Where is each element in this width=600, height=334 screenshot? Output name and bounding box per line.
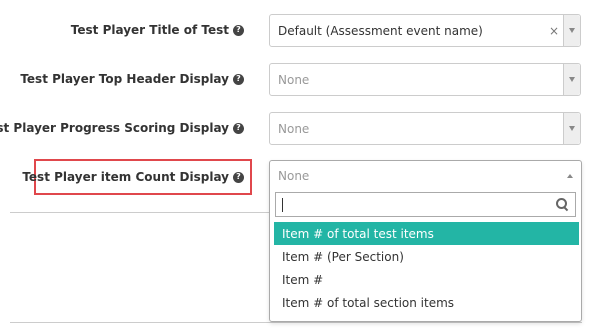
select-value: None xyxy=(278,72,310,87)
select-value: Default (Assessment event name) xyxy=(278,23,483,38)
search-icon xyxy=(556,198,569,212)
field-label-progress-scoring-display: Test Player Progress Scoring Display ? xyxy=(0,121,244,135)
settings-form: Test Player Title of Test ? Default (Ass… xyxy=(0,0,600,334)
dropdown-option[interactable]: Item # of total test items xyxy=(274,222,579,245)
dropdown-option[interactable]: Item # (Per Section) xyxy=(274,245,579,268)
select-head[interactable]: None xyxy=(270,161,581,191)
divider xyxy=(10,212,269,213)
progress-scoring-display-select[interactable]: None xyxy=(269,112,581,145)
help-icon[interactable]: ? xyxy=(233,171,244,183)
dropdown-option[interactable]: Item # xyxy=(274,268,579,291)
chevron-down-icon xyxy=(569,28,575,33)
field-label-item-count-display: Test Player item Count Display ? xyxy=(22,170,244,184)
dropdown-toggle[interactable] xyxy=(563,64,580,95)
top-header-display-select[interactable]: None xyxy=(269,63,581,96)
chevron-up-icon[interactable] xyxy=(567,174,573,178)
help-icon[interactable]: ? xyxy=(233,73,244,85)
dropdown-search-input[interactable] xyxy=(275,192,576,217)
divider xyxy=(10,322,582,323)
help-icon[interactable]: ? xyxy=(233,24,244,36)
select-value: None xyxy=(278,169,310,183)
text-cursor xyxy=(282,197,283,212)
field-label-title-of-test: Test Player Title of Test ? xyxy=(71,23,244,37)
clear-icon[interactable]: × xyxy=(545,24,563,38)
dropdown-toggle[interactable] xyxy=(563,15,580,46)
field-label-text: Test Player Top Header Display xyxy=(20,72,229,86)
help-icon[interactable]: ? xyxy=(233,122,244,134)
dropdown-toggle[interactable] xyxy=(563,113,580,144)
chevron-down-icon xyxy=(569,126,575,131)
dropdown-option[interactable]: Item # of total section items xyxy=(274,291,579,314)
title-of-test-select[interactable]: Default (Assessment event name) × xyxy=(269,14,581,47)
chevron-down-icon xyxy=(569,77,575,82)
field-label-top-header-display: Test Player Top Header Display ? xyxy=(20,72,244,86)
field-label-text: Test Player Title of Test xyxy=(70,23,229,37)
select-value: None xyxy=(278,121,310,136)
field-label-text: Test Player Progress Scoring Display xyxy=(0,121,229,135)
dropdown-options: Item # of total test items Item # (Per S… xyxy=(274,222,579,314)
field-label-text: Test Player item Count Display xyxy=(22,170,229,184)
item-count-display-select-open[interactable]: None Item # of total test items Item # (… xyxy=(269,160,582,322)
